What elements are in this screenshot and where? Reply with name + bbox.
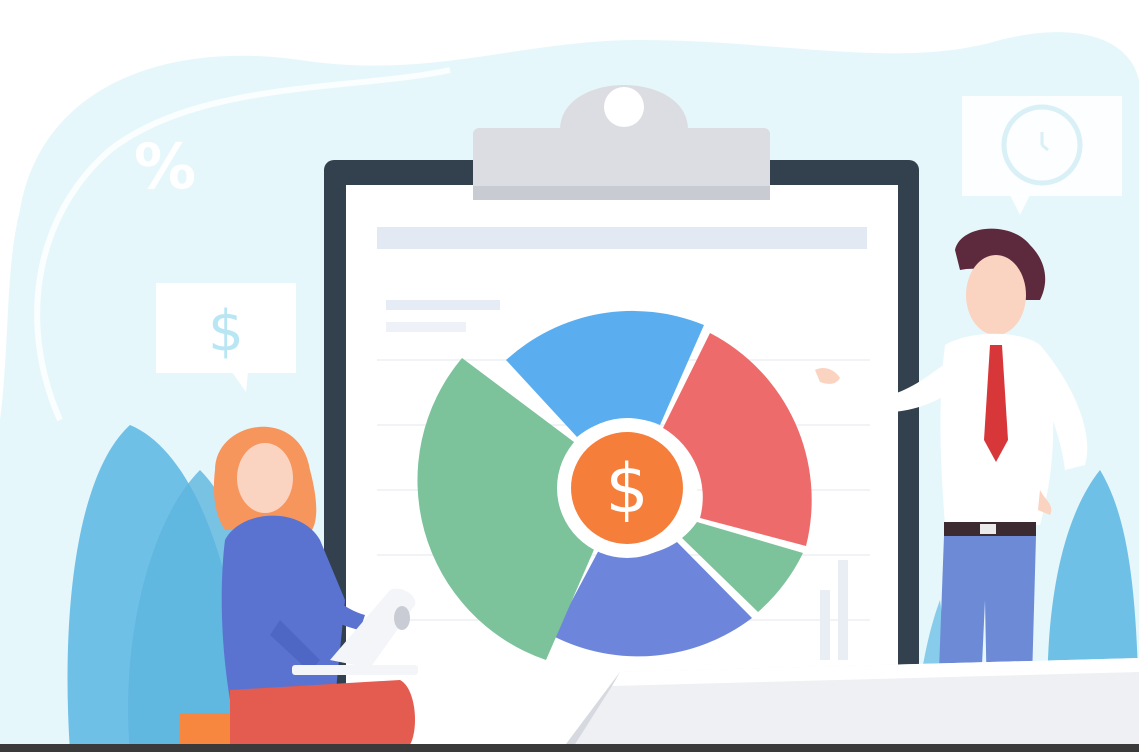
coin-dollar-symbol: $ (605, 450, 648, 529)
man-belt-buckle (980, 524, 996, 534)
dollar-symbol: $ (208, 299, 244, 364)
desk (560, 658, 1139, 752)
bottom-border (0, 744, 1139, 752)
percent-symbol: % (134, 130, 196, 203)
business-presentation-illustration: % $ $ (0, 32, 1139, 752)
document-line (386, 322, 466, 332)
document-line (386, 300, 500, 310)
woman-legs (230, 680, 415, 752)
woman-face (237, 443, 293, 513)
document-header-bar (377, 227, 867, 249)
man-face (966, 255, 1026, 335)
